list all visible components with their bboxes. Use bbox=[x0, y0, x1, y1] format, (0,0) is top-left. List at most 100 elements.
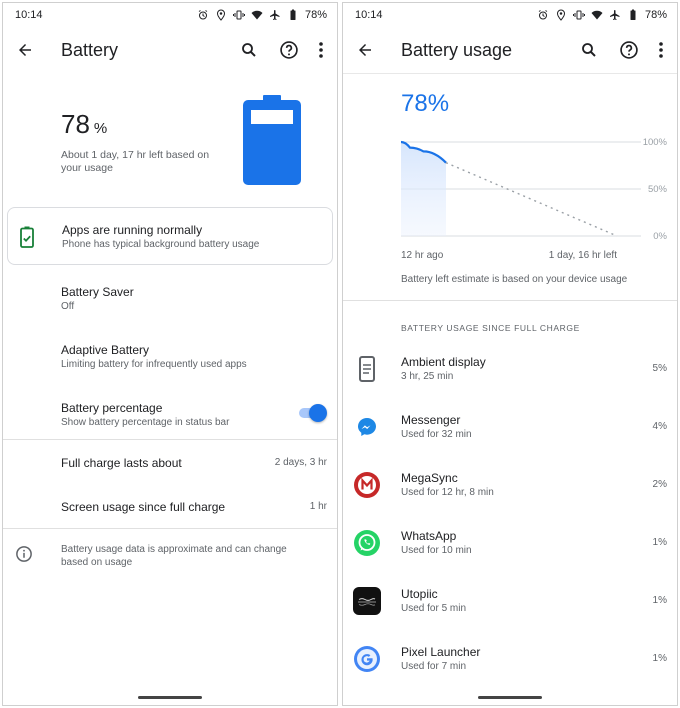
app-usage-item[interactable]: WhatsApp Used for 10 min 1% bbox=[343, 517, 677, 575]
app-usage-item[interactable]: Pixel Launcher Used for 7 min 1% bbox=[343, 633, 677, 691]
more-options-button[interactable] bbox=[653, 38, 669, 62]
app-name: Messenger bbox=[401, 413, 461, 427]
adaptive-battery-item[interactable]: Adaptive Battery Limiting battery for in… bbox=[3, 323, 337, 381]
estimate-note: Battery left estimate is based on your d… bbox=[401, 274, 628, 285]
search-icon bbox=[242, 43, 256, 57]
search-button[interactable] bbox=[577, 38, 601, 62]
app-detail: Used for 12 hr, 8 min bbox=[401, 487, 494, 498]
more-vert-icon bbox=[659, 42, 663, 58]
setting-title: Battery Saver bbox=[61, 285, 134, 299]
battery-check-icon bbox=[20, 226, 34, 248]
app-usage-item[interactable]: MegaSync Used for 12 hr, 8 min 2% bbox=[343, 459, 677, 517]
whatsapp-icon bbox=[354, 530, 380, 556]
back-button[interactable] bbox=[13, 38, 37, 62]
alarm-icon bbox=[198, 10, 208, 20]
app-name: Pixel Launcher bbox=[401, 645, 481, 659]
battery-status-card[interactable]: Apps are running normally Phone has typi… bbox=[7, 207, 333, 265]
gesture-nav-bar[interactable] bbox=[138, 696, 202, 699]
status-battery-percent: 78% bbox=[304, 9, 327, 21]
app-percent: 2% bbox=[652, 479, 667, 490]
alarm-icon bbox=[538, 10, 548, 20]
stat-label: Screen usage since full charge bbox=[61, 500, 226, 514]
status-card-title: Apps are running normally bbox=[62, 223, 203, 237]
status-time: 10:14 bbox=[355, 9, 383, 21]
pixel-launcher-icon bbox=[354, 646, 380, 672]
battery-screen: 10:14 78% Battery 78% About 1 day, 17 hr… bbox=[2, 2, 338, 706]
projection-line bbox=[445, 162, 618, 237]
battery-percent-unit: % bbox=[93, 120, 108, 137]
app-percent: 5% bbox=[652, 363, 667, 374]
battery-percent: 78% bbox=[61, 109, 107, 140]
airplane-icon bbox=[269, 10, 280, 20]
app-usage-item[interactable]: Messenger Used for 32 min 4% bbox=[343, 401, 677, 459]
vibrate-icon bbox=[232, 10, 245, 20]
wifi-icon bbox=[251, 10, 263, 20]
app-percent: 1% bbox=[652, 537, 667, 548]
status-bar: 10:14 78% bbox=[343, 3, 677, 27]
battery-saver-item[interactable]: Battery Saver Off bbox=[3, 265, 337, 323]
app-name: Utopiic bbox=[401, 587, 438, 601]
stat-label: Full charge lasts about bbox=[61, 456, 182, 470]
setting-subtitle: Limiting battery for infrequently used a… bbox=[61, 359, 247, 370]
app-name: WhatsApp bbox=[401, 529, 457, 543]
status-card-subtitle: Phone has typical background battery usa… bbox=[62, 239, 260, 250]
utopiic-icon bbox=[353, 587, 381, 615]
wifi-icon bbox=[591, 10, 603, 20]
help-icon bbox=[620, 41, 638, 59]
battery-status-icon bbox=[290, 9, 296, 20]
stat-value: 1 hr bbox=[309, 501, 327, 512]
x-label-start: 12 hr ago bbox=[401, 250, 444, 261]
app-name: MegaSync bbox=[401, 471, 458, 485]
battery-percent-value: 78 bbox=[61, 109, 90, 139]
help-button[interactable] bbox=[277, 38, 301, 62]
gesture-nav-bar[interactable] bbox=[478, 696, 542, 699]
battery-usage-chart: 100% 50% 0% 12 hr ago 1 day, 16 hr left bbox=[400, 137, 668, 261]
status-bar: 10:14 78% bbox=[3, 3, 337, 27]
more-vert-icon bbox=[319, 42, 323, 58]
search-button[interactable] bbox=[237, 38, 261, 62]
screen-usage-stat: Screen usage since full charge 1 hr bbox=[3, 484, 337, 528]
back-button[interactable] bbox=[353, 38, 377, 62]
usage-percent: 78% bbox=[401, 90, 450, 117]
app-usage-list: Ambient display 3 hr, 25 min 5% Messenge… bbox=[343, 343, 677, 691]
app-detail: Used for 7 min bbox=[401, 661, 467, 672]
page-title: Battery usage bbox=[401, 39, 513, 60]
battery-estimate: About 1 day, 17 hr left based on your us… bbox=[61, 149, 210, 174]
status-battery-percent: 78% bbox=[644, 9, 667, 21]
battery-summary: 78% About 1 day, 17 hr left based on you… bbox=[3, 73, 337, 203]
more-options-button[interactable] bbox=[313, 38, 329, 62]
y-tick-label: 100% bbox=[643, 137, 668, 148]
setting-title: Battery percentage bbox=[61, 401, 163, 415]
setting-title: Adaptive Battery bbox=[61, 343, 150, 357]
arrow-back-icon bbox=[359, 44, 371, 56]
setting-subtitle: Show battery percentage in status bar bbox=[61, 417, 230, 428]
app-percent: 1% bbox=[652, 595, 667, 606]
app-bar: Battery usage bbox=[343, 27, 677, 73]
help-icon bbox=[280, 41, 298, 59]
x-label-end: 1 day, 16 hr left bbox=[549, 250, 617, 261]
app-usage-item[interactable]: Utopiic Used for 5 min 1% bbox=[343, 575, 677, 633]
app-detail: Used for 5 min bbox=[401, 603, 467, 614]
app-detail: 3 hr, 25 min bbox=[401, 371, 454, 382]
search-icon bbox=[582, 43, 596, 57]
status-time: 10:14 bbox=[15, 9, 43, 21]
location-icon bbox=[556, 9, 565, 21]
battery-usage-chart-section: 100% 50% 0% 12 hr ago 1 day, 16 hr left 78% … bbox=[343, 74, 677, 300]
vibrate-icon bbox=[572, 10, 585, 20]
battery-percentage-item[interactable]: Battery percentage Show battery percenta… bbox=[3, 381, 337, 439]
info-icon bbox=[16, 546, 32, 562]
megasync-icon bbox=[354, 472, 380, 498]
app-percent: 1% bbox=[652, 653, 667, 664]
section-header: BATTERY USAGE SINCE FULL CHARGE bbox=[401, 323, 580, 333]
setting-subtitle: Off bbox=[61, 301, 75, 312]
battery-status-icon bbox=[630, 9, 636, 20]
y-tick-label: 0% bbox=[653, 231, 667, 242]
ambient-display-icon bbox=[359, 356, 375, 382]
app-bar: Battery bbox=[3, 27, 337, 73]
app-detail: Used for 10 min bbox=[401, 545, 472, 556]
battery-large-icon bbox=[243, 95, 301, 185]
battery-percentage-toggle[interactable] bbox=[297, 403, 327, 423]
help-button[interactable] bbox=[617, 38, 641, 62]
app-detail: Used for 32 min bbox=[401, 429, 472, 440]
app-usage-item[interactable]: Ambient display 3 hr, 25 min 5% bbox=[343, 343, 677, 401]
